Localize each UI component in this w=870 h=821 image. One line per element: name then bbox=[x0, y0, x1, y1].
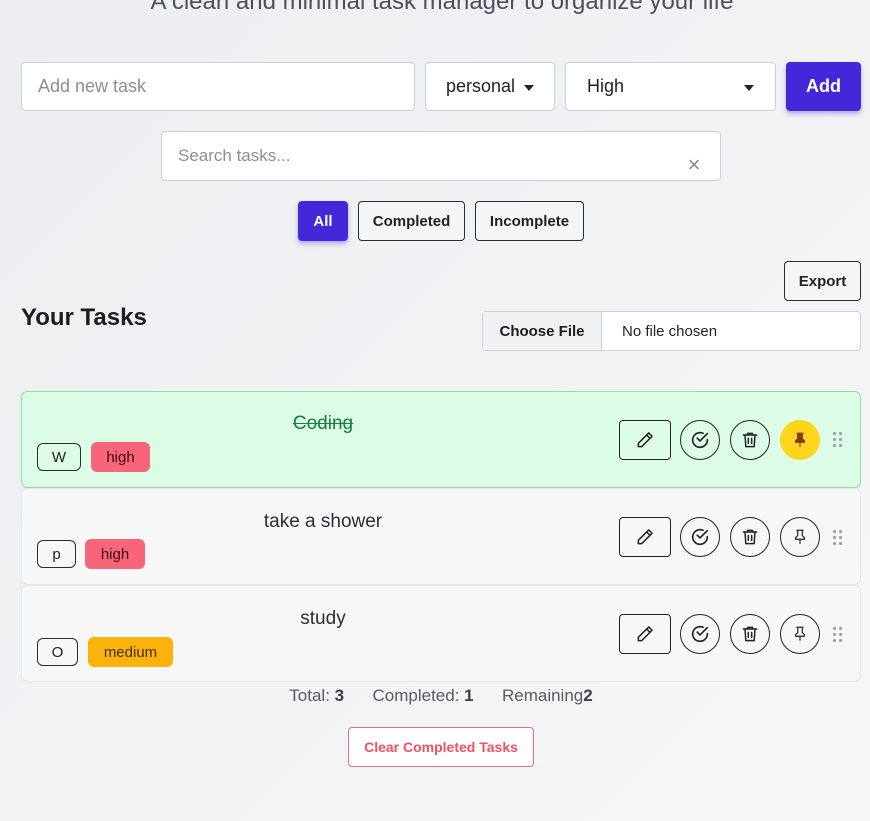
delete-button[interactable] bbox=[730, 420, 770, 460]
search-input[interactable] bbox=[161, 131, 721, 181]
stat-remaining-label: Remaining bbox=[501, 686, 584, 705]
stat-total-label: Total: bbox=[289, 686, 330, 705]
edit-button[interactable] bbox=[619, 420, 671, 460]
stat-remaining-value: 2 bbox=[583, 686, 593, 705]
add-task-button[interactable]: Add bbox=[786, 62, 861, 111]
file-status: No file chosen bbox=[622, 322, 718, 340]
task-manager-page: A clean and minimal task manager to orga… bbox=[0, 0, 870, 821]
section-title: Your Tasks bbox=[21, 304, 147, 331]
delete-button[interactable] bbox=[730, 614, 770, 654]
chevron-down-icon bbox=[524, 85, 534, 91]
priority-badge: medium bbox=[88, 637, 173, 667]
complete-toggle-button[interactable] bbox=[680, 420, 720, 460]
check-circle-icon bbox=[691, 431, 709, 449]
task-title: Coding bbox=[292, 413, 354, 434]
check-circle-icon bbox=[691, 528, 709, 546]
drag-handle-icon[interactable] bbox=[833, 627, 843, 643]
category-chip: W bbox=[37, 443, 81, 471]
category-chip: p bbox=[37, 540, 76, 568]
check-circle-icon bbox=[691, 625, 709, 643]
priority-badge: high bbox=[91, 442, 150, 472]
complete-toggle-button[interactable] bbox=[680, 517, 720, 557]
pin-button[interactable] bbox=[780, 517, 820, 557]
pin-icon bbox=[794, 529, 806, 544]
task-card: take a shower p high bbox=[21, 488, 861, 585]
import-file-input[interactable]: Choose File No file chosen bbox=[482, 311, 861, 351]
stat-completed-value: 1 bbox=[464, 686, 474, 705]
pin-button[interactable] bbox=[780, 614, 820, 654]
priority-select-value: High bbox=[587, 76, 625, 96]
trash-icon bbox=[742, 432, 758, 448]
export-button[interactable]: Export bbox=[784, 261, 861, 301]
task-stats: Total: 3 Completed: 1 Remaining2 bbox=[0, 686, 870, 706]
filter-all-button[interactable]: All bbox=[298, 201, 348, 241]
pin-icon bbox=[794, 626, 806, 641]
pencil-icon bbox=[637, 626, 653, 642]
close-icon[interactable]: × bbox=[684, 154, 704, 176]
task-title: take a shower bbox=[263, 511, 383, 532]
drag-handle-icon[interactable] bbox=[833, 432, 843, 448]
pin-icon bbox=[794, 432, 806, 447]
category-select-value: personal bbox=[446, 76, 516, 96]
complete-toggle-button[interactable] bbox=[680, 614, 720, 654]
pencil-icon bbox=[637, 529, 653, 545]
category-chip: O bbox=[37, 638, 78, 666]
filter-completed-button[interactable]: Completed bbox=[358, 201, 465, 241]
task-card: study O medium bbox=[21, 585, 861, 682]
choose-file-button[interactable]: Choose File bbox=[483, 312, 602, 350]
pin-button[interactable] bbox=[780, 420, 820, 460]
app-subtitle: A clean and minimal task manager to orga… bbox=[150, 0, 734, 15]
filter-incomplete-button[interactable]: Incomplete bbox=[475, 201, 584, 241]
chevron-down-icon bbox=[744, 85, 754, 91]
task-title: study bbox=[300, 608, 346, 629]
priority-badge: high bbox=[85, 539, 145, 569]
stat-completed-label: Completed: bbox=[372, 686, 460, 705]
stat-total-value: 3 bbox=[334, 686, 345, 705]
priority-select[interactable]: High bbox=[565, 62, 776, 111]
clear-completed-button[interactable]: Clear Completed Tasks bbox=[348, 727, 534, 767]
pencil-icon bbox=[637, 432, 653, 448]
trash-icon bbox=[742, 626, 758, 642]
new-task-input[interactable] bbox=[21, 62, 415, 111]
drag-handle-icon[interactable] bbox=[833, 530, 843, 546]
task-card: Coding W high bbox=[21, 391, 861, 488]
edit-button[interactable] bbox=[619, 517, 671, 557]
trash-icon bbox=[742, 529, 758, 545]
category-select[interactable]: personal bbox=[425, 62, 555, 111]
delete-button[interactable] bbox=[730, 517, 770, 557]
edit-button[interactable] bbox=[619, 614, 671, 654]
